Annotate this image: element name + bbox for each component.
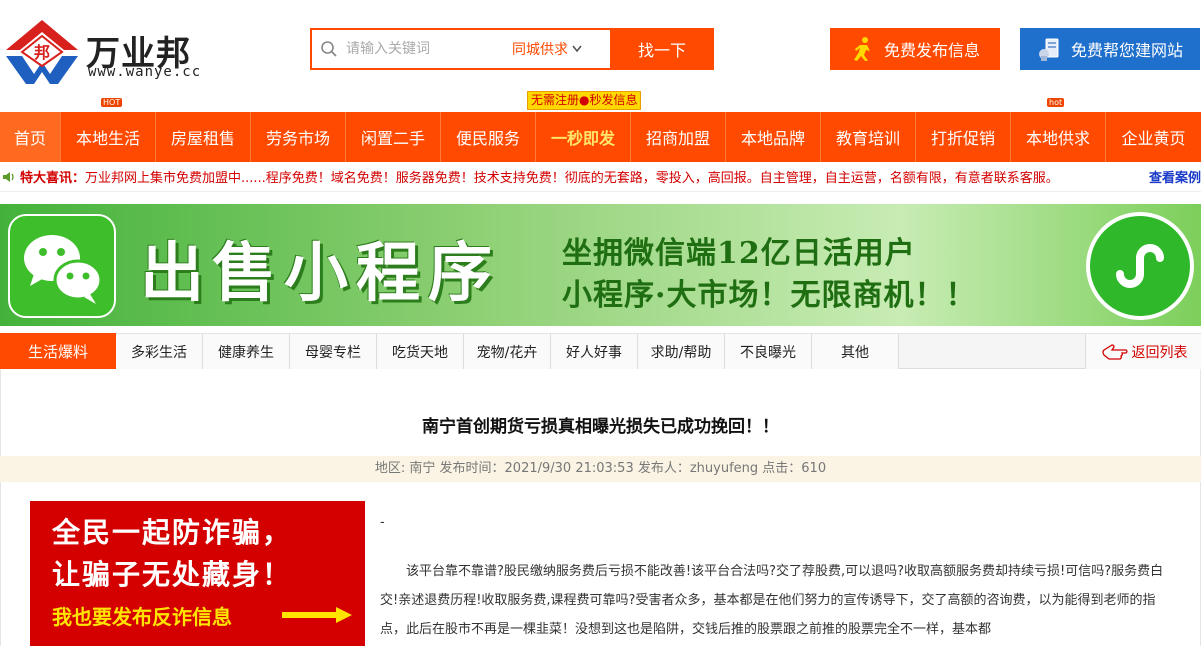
tab-pets-flowers[interactable]: 宠物/花卉 — [464, 334, 551, 369]
search-input[interactable] — [346, 30, 512, 68]
nav-item-local-brand[interactable]: 本地品牌 — [726, 112, 821, 162]
search-button[interactable]: 找一下 — [610, 28, 714, 70]
article-title: 南宁首创期货亏损真相曝光损失已成功挽回！！ — [422, 417, 779, 437]
tab-exposure[interactable]: 不良曝光 — [725, 334, 812, 369]
tab-good-deeds[interactable]: 好人好事 — [551, 334, 638, 369]
nav-item-labor[interactable]: 劳务市场 — [251, 112, 346, 162]
pointing-hand-icon — [1101, 343, 1128, 360]
ad-cta: 我也要发布反诈信息 — [52, 605, 232, 629]
nav-item-education[interactable]: 教育培训 — [821, 112, 916, 162]
notice-text[interactable]: 万业邦网上集市免费加盟中......程序免费！域名免费！服务器免费！技术支持免费… — [85, 167, 1059, 186]
promo-banner[interactable]: 出售小程序 坐拥微信端12亿日活用户 小程序·大市场！无限商机！！ — [0, 204, 1201, 326]
nav-item-yellow-pages[interactable]: 企业黄页 — [1106, 112, 1201, 162]
tab-maternal[interactable]: 母婴专栏 — [290, 334, 377, 369]
back-to-list-button[interactable]: 返回列表 — [1085, 334, 1201, 369]
article-paragraph: 该平台靠不靠谱?股民缴纳服务费后亏损不能改善!该平台合法吗?交了荐股费,可以退吗… — [380, 564, 1164, 637]
logo-url: www.wanye.cc — [88, 64, 202, 80]
article-body: - 该平台靠不靠谱?股民缴纳服务费后亏损不能改善!该平台合法吗?交了荐股费,可以… — [380, 508, 1170, 644]
notice-ticker: 特大喜讯： 万业邦网上集市免费加盟中......程序免费！域名免费！服务器免费！… — [0, 162, 1201, 192]
hot-badge-icon: HOT — [101, 98, 123, 107]
publish-info-label: 免费发布信息 — [883, 41, 980, 60]
nav-item-local-life-label: 本地生活 — [75, 129, 140, 148]
banner-subtitle-1: 坐拥微信端12亿日活用户 — [562, 236, 916, 271]
back-to-list-label: 返回列表 — [1131, 344, 1188, 361]
nav-item-local-supply-label: 本地供求 — [1025, 129, 1090, 148]
search-icon — [312, 30, 346, 68]
nav-item-instant-post[interactable]: 一秒即发 — [536, 112, 631, 162]
tab-colorful-life[interactable]: 多彩生活 — [116, 334, 203, 369]
tab-help[interactable]: 求助/帮助 — [638, 334, 725, 369]
search-category-label: 同城供求 — [512, 42, 568, 58]
wechat-logo-icon — [8, 214, 116, 318]
view-cases-link[interactable]: 查看案例 — [1140, 167, 1201, 186]
logo-glyph: 邦 — [34, 43, 50, 62]
ad-line-1: 全民一起防诈骗， — [52, 516, 293, 549]
speaker-icon — [3, 171, 14, 182]
nav-item-discount[interactable]: 打折促销 — [916, 112, 1011, 162]
tab-other[interactable]: 其他 — [812, 334, 899, 369]
site-logo[interactable]: 邦 万业邦 www.wanye.cc — [2, 10, 202, 90]
category-tabs: 生活爆料 多彩生活 健康养生 母婴专栏 吃货天地 宠物/花卉 好人好事 求助/帮… — [0, 333, 1201, 369]
ad-line-2: 让骗子无处藏身！ — [52, 558, 293, 591]
logo-mark-icon: 邦 — [6, 20, 78, 84]
nav-item-franchise[interactable]: 招商加盟 — [631, 112, 726, 162]
chevron-down-icon — [572, 45, 582, 53]
search-bar: 同城供求 找一下 — [310, 28, 714, 70]
nav-item-local-supply[interactable]: hot 本地供求 — [1011, 98, 1106, 162]
article-meta: 地区: 南宁 发布时间：2021/9/30 21:03:53 发布人：zhuyu… — [0, 456, 1201, 482]
nav-item-secondhand[interactable]: 闲置二手 — [346, 112, 441, 162]
anti-fraud-ad[interactable]: 全民一起防诈骗， 让骗子无处藏身！ 我也要发布反诈信息 — [30, 501, 365, 646]
tab-foodie[interactable]: 吃货天地 — [377, 334, 464, 369]
nav-item-local-life[interactable]: HOT 本地生活 — [61, 98, 156, 162]
tab-life-news[interactable]: 生活爆料 — [0, 333, 116, 369]
arrow-right-icon — [282, 607, 352, 623]
build-site-button[interactable]: 免费帮您建网站 — [1020, 28, 1200, 70]
server-icon — [1038, 38, 1059, 61]
free-publish-tag: 无需注册●秒发信息 — [527, 91, 642, 110]
running-man-icon — [853, 37, 870, 61]
mini-program-logo-icon — [1086, 212, 1194, 320]
banner-subtitle-2: 小程序·大市场！无限商机！！ — [562, 278, 977, 313]
search-category-select[interactable]: 同城供求 — [512, 30, 610, 68]
nav-item-housing[interactable]: 房屋租售 — [156, 112, 251, 162]
nav-item-home[interactable]: 首页 — [0, 112, 61, 162]
hot-badge-icon: hot — [1047, 98, 1065, 107]
build-site-label: 免费帮您建网站 — [1070, 41, 1183, 60]
notice-title: 特大喜讯： — [20, 171, 86, 186]
tab-health[interactable]: 健康养生 — [203, 334, 290, 369]
banner-title: 出售小程序 — [140, 236, 500, 311]
publish-info-button[interactable]: 免费发布信息 — [830, 28, 1000, 70]
main-nav: 首页 HOT 本地生活 房屋租售 劳务市场 闲置二手 便民服务 一秒即发 招商加… — [0, 98, 1201, 162]
article-dash: - — [380, 515, 385, 530]
nav-item-services[interactable]: 便民服务 — [441, 112, 536, 162]
